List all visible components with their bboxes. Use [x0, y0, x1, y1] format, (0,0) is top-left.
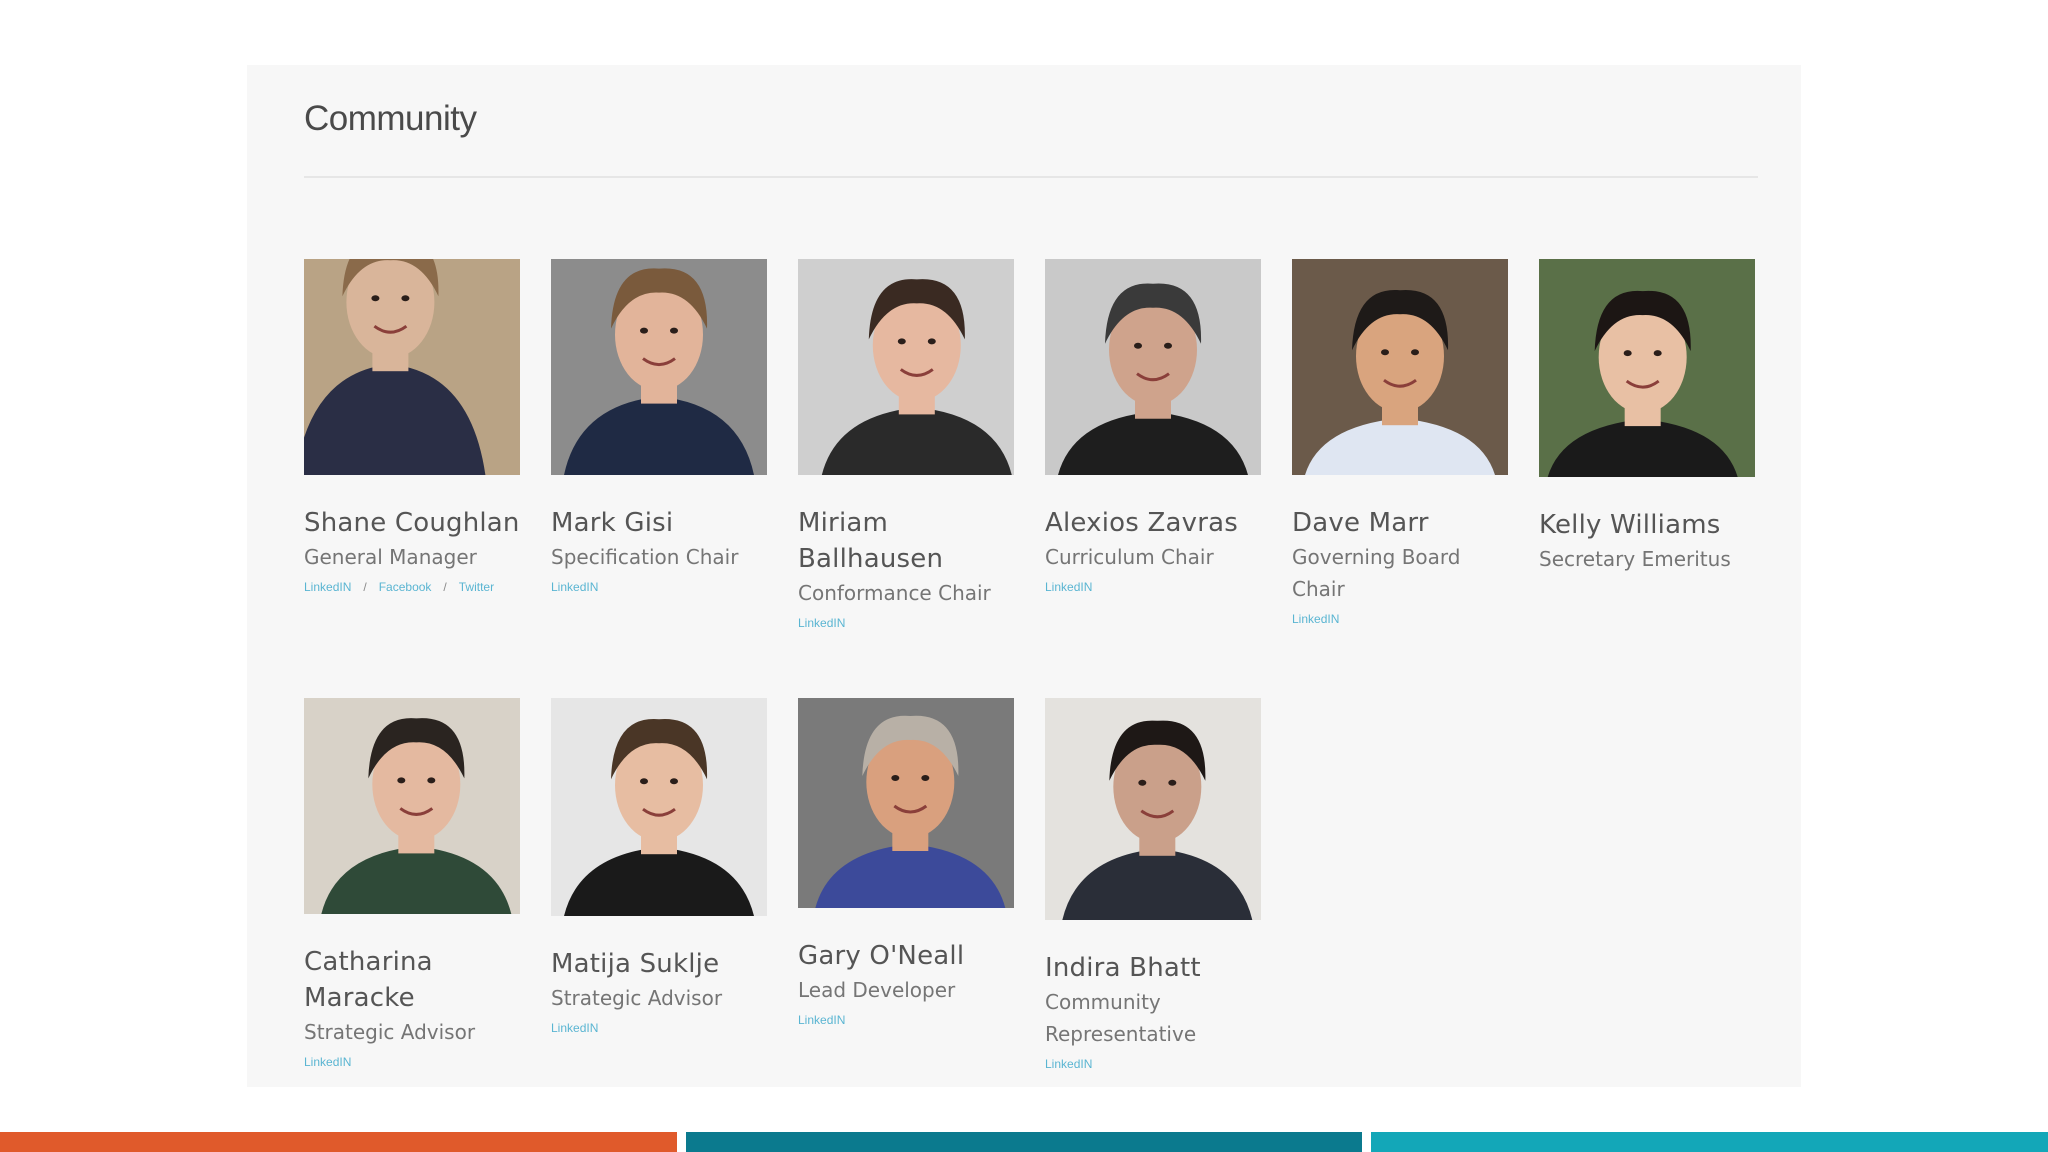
footer-bar-light-teal [1371, 1132, 2048, 1152]
member-photo [798, 259, 1014, 475]
member-role: Lead Developer [798, 978, 956, 1002]
footer-bar-dark-teal [686, 1132, 1362, 1152]
member-link-twitter[interactable]: Twitter [459, 580, 494, 594]
footer-bar-orange [0, 1132, 677, 1152]
member-role: Community Representative [1045, 990, 1197, 1046]
member-link-linkedin[interactable]: LinkedIN [798, 1013, 845, 1027]
member-links: LinkedIN [551, 1018, 771, 1038]
member-photo [551, 698, 767, 916]
member-card: Catharina Maracke Strategic Advisor Linked… [304, 698, 524, 1072]
member-photo [798, 698, 1014, 908]
member-card: Gary O'Neall Lead Developer LinkedIN [798, 698, 1018, 1030]
member-name: Indira Bhatt [1045, 953, 1201, 983]
member-card: Matija Suklje Strategic Advisor LinkedIN [551, 698, 771, 1038]
member-link-linkedin[interactable]: LinkedIN [304, 580, 351, 594]
member-card: Indira Bhatt Community Representative Link… [1045, 698, 1265, 1074]
member-name: Matija Suklje [551, 949, 720, 979]
member-link-linkedin[interactable]: LinkedIN [551, 1021, 598, 1035]
member-photo [1045, 698, 1261, 920]
member-card: Miriam Ballhausen Conformance Chair Linked… [798, 259, 1018, 633]
member-card: Mark Gisi Specification Chair LinkedIN [551, 259, 771, 597]
member-link-linkedin[interactable]: LinkedIN [1045, 580, 1092, 594]
member-name: Miriam Ballhausen [798, 508, 944, 574]
member-card: Dave Marr Governing Board Chair LinkedIN [1292, 259, 1512, 629]
section-title: Community [304, 99, 477, 138]
member-card: Alexios Zavras Curriculum Chair LinkedIN [1045, 259, 1265, 597]
link-separator: / [363, 580, 367, 594]
link-separator: / [443, 580, 447, 594]
member-role: Curriculum Chair [1045, 545, 1214, 569]
member-role: Strategic Advisor [304, 1020, 476, 1044]
member-links: LinkedIN [304, 1052, 524, 1072]
member-name: Catharina Maracke [304, 947, 433, 1013]
member-name: Dave Marr [1292, 508, 1429, 538]
member-links: LinkedIN [1045, 577, 1265, 597]
member-name: Gary O'Neall [798, 941, 965, 971]
member-role: General Manager [304, 545, 477, 569]
title-divider [304, 176, 1758, 178]
member-card: Shane Coughlan General Manager LinkedIN / Fa… [304, 259, 524, 597]
member-name: Alexios Zavras [1045, 508, 1238, 538]
community-panel: Community Shane Coughlan General Manager L… [247, 65, 1801, 1087]
member-link-facebook[interactable]: Facebook [379, 580, 432, 594]
member-link-linkedin[interactable]: LinkedIN [1292, 612, 1339, 626]
member-links: LinkedIN [798, 613, 1018, 633]
member-link-linkedin[interactable]: LinkedIN [798, 616, 845, 630]
member-name: Shane Coughlan [304, 508, 520, 538]
member-photo [304, 698, 520, 914]
member-name: Kelly Williams [1539, 510, 1721, 540]
member-photo [1539, 259, 1755, 477]
member-role: Specification Chair [551, 545, 739, 569]
member-link-linkedin[interactable]: LinkedIN [304, 1055, 351, 1069]
member-link-linkedin[interactable]: LinkedIN [551, 580, 598, 594]
member-links: LinkedIN [1292, 609, 1512, 629]
member-role: Conformance Chair [798, 581, 991, 605]
member-links: LinkedIN [551, 577, 771, 597]
member-card: Kelly Williams Secretary Emeritus [1539, 259, 1759, 575]
member-links: LinkedIN / Facebook / Twitter [304, 577, 524, 597]
member-links: LinkedIN [1045, 1054, 1265, 1074]
member-role: Governing Board Chair [1292, 545, 1461, 601]
member-links: LinkedIN [798, 1010, 1018, 1030]
member-photo [1292, 259, 1508, 475]
member-photo [551, 259, 767, 475]
member-name: Mark Gisi [551, 508, 674, 538]
member-photo [304, 259, 520, 475]
member-link-linkedin[interactable]: LinkedIN [1045, 1057, 1092, 1071]
member-role: Strategic Advisor [551, 986, 723, 1010]
member-photo [1045, 259, 1261, 475]
member-role: Secretary Emeritus [1539, 547, 1731, 571]
